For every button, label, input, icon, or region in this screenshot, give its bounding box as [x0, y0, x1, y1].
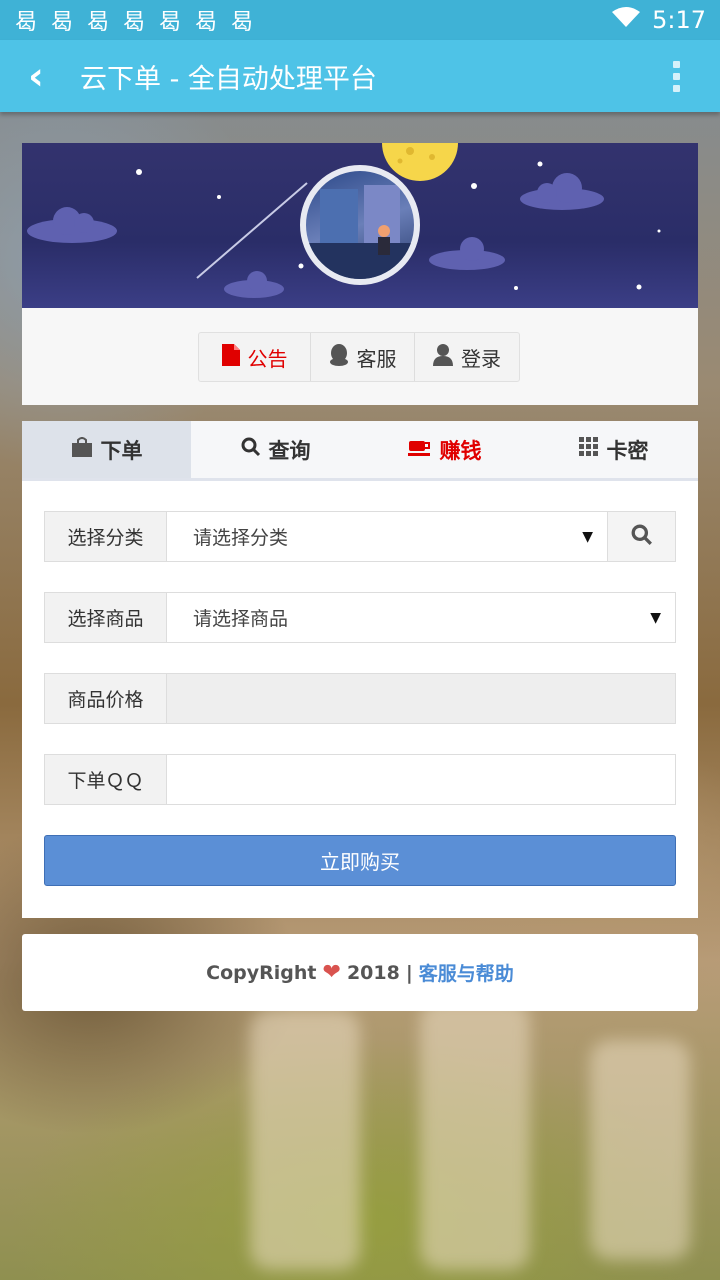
login-button[interactable]: 登录 — [415, 333, 519, 381]
banner — [22, 143, 698, 308]
back-arrow-icon: ‹ — [28, 54, 44, 98]
tab-card-key-label: 卡密 — [606, 438, 649, 463]
price-field — [166, 673, 676, 724]
customer-service-button[interactable]: 客服 — [311, 333, 415, 381]
grid-icon — [578, 437, 599, 462]
qq-row: 下单ＱＱ — [44, 754, 676, 805]
customer-service-label: 客服 — [356, 346, 397, 371]
user-icon — [433, 343, 453, 371]
search-icon — [631, 524, 653, 550]
buy-now-button[interactable]: 立即购买 — [44, 835, 676, 886]
header-button-group: 公告 客服 登录 — [198, 332, 520, 382]
file-icon — [221, 343, 240, 371]
notice-button[interactable]: 公告 — [199, 333, 311, 381]
tab-earn[interactable]: 赚钱 — [360, 421, 529, 478]
notification-icon: 曷 — [50, 10, 73, 35]
wifi-icon — [612, 6, 641, 34]
notification-icons: 曷 曷 曷 曷 曷 曷 曷 — [14, 4, 254, 36]
notification-icon: 曷 — [14, 10, 37, 35]
price-row: 商品价格 — [44, 673, 676, 724]
coffee-icon — [407, 438, 432, 462]
login-label: 登录 — [461, 346, 501, 371]
category-search-button[interactable] — [608, 511, 676, 562]
dropdown-caret-icon: ▼ — [650, 609, 661, 626]
bag-icon — [71, 437, 93, 462]
notification-icon: 曷 — [230, 10, 253, 35]
notification-icon: 曷 — [158, 10, 181, 35]
price-label: 商品价格 — [44, 673, 166, 724]
footer: CopyRight ❤ 2018 | 客服与帮助 — [22, 934, 698, 1011]
tab-order[interactable]: 下单 — [22, 421, 191, 478]
search-icon — [241, 437, 261, 462]
category-select-value: 请选择分类 — [193, 527, 289, 549]
status-time: 5:17 — [652, 6, 706, 34]
notification-icon: 曷 — [122, 10, 145, 35]
tab-bar: 下单 查询 赚钱 卡密 — [22, 421, 698, 481]
background-pillar — [590, 1040, 690, 1260]
category-label: 选择分类 — [44, 511, 166, 562]
menu-dot-icon — [672, 72, 680, 80]
header-card: 公告 客服 登录 — [22, 143, 698, 405]
avatar — [300, 165, 420, 285]
tab-earn-label: 赚钱 — [439, 438, 482, 463]
notice-label: 公告 — [247, 346, 288, 371]
form-body: 选择分类 请选择分类 ▼ 选择商品 请选择商品 ▼ 商品价格 下单ＱＱ 立即购买 — [22, 481, 698, 886]
product-row: 选择商品 请选择商品 ▼ — [44, 592, 676, 643]
background-pillar — [250, 1010, 360, 1270]
menu-dot-icon — [672, 84, 680, 92]
app-bar: ‹ 云下单 - 全自动处理平台 — [0, 40, 720, 112]
footer-separator: | — [405, 961, 413, 984]
heart-icon: ❤ — [322, 960, 341, 985]
overflow-menu-button[interactable] — [656, 60, 696, 92]
notification-icon: 曷 — [194, 10, 217, 35]
help-link[interactable]: 客服与帮助 — [419, 959, 514, 986]
qq-label: 下单ＱＱ — [44, 754, 166, 805]
product-label: 选择商品 — [44, 592, 166, 643]
back-button[interactable]: ‹ — [0, 54, 72, 98]
tab-query[interactable]: 查询 — [191, 421, 360, 478]
status-bar: 曷 曷 曷 曷 曷 曷 曷 5:17 — [0, 0, 720, 40]
product-select-value: 请选择商品 — [193, 608, 289, 630]
notification-icon: 曷 — [86, 10, 109, 35]
tab-card-key[interactable]: 卡密 — [529, 421, 698, 478]
copyright-text: CopyRight — [206, 961, 317, 984]
category-select[interactable]: 请选择分类 ▼ — [166, 511, 608, 562]
category-row: 选择分类 请选择分类 ▼ — [44, 511, 676, 562]
qq-icon — [329, 343, 349, 371]
copyright-year: 2018 — [346, 961, 400, 984]
tab-query-label: 查询 — [268, 438, 311, 463]
app-title: 云下单 - 全自动处理平台 — [80, 63, 377, 95]
product-select[interactable]: 请选择商品 ▼ — [166, 592, 676, 643]
tab-order-label: 下单 — [100, 438, 143, 463]
dropdown-caret-icon: ▼ — [582, 528, 593, 545]
background-pillar — [420, 1000, 530, 1270]
qq-input[interactable] — [166, 754, 676, 805]
menu-dot-icon — [672, 60, 680, 68]
order-form-card: 下单 查询 赚钱 卡密 选择分类 请选择分类 ▼ 选择商品 请选择商品 ▼ 商品… — [22, 421, 698, 918]
